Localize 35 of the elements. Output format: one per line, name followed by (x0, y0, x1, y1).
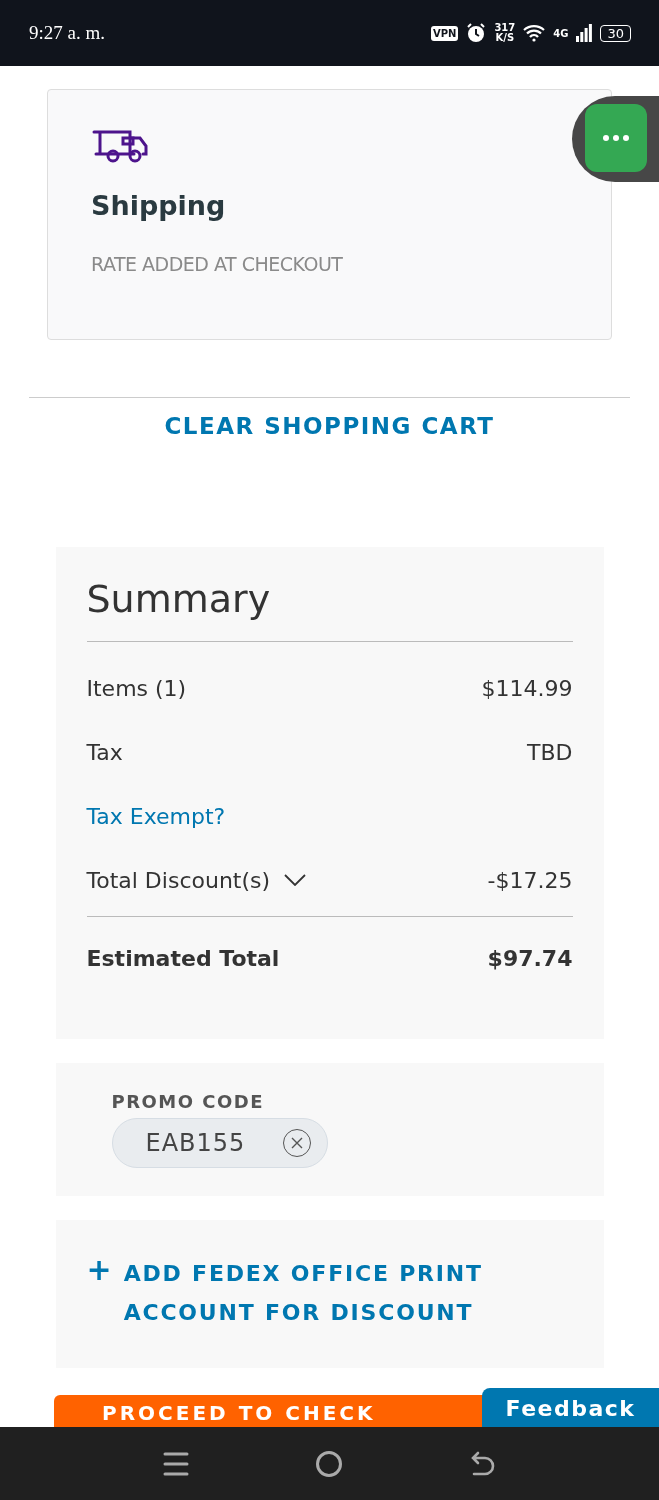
home-icon[interactable] (315, 1449, 344, 1478)
total-label: Estimated Total (86, 945, 280, 971)
promo-label: PROMO CODE (111, 1091, 266, 1112)
chevron-icon (284, 874, 307, 886)
clear-cart-link[interactable]: CLEAR SHOPPING CART (164, 413, 495, 439)
clock-time: 9:27 a. m. (29, 22, 105, 44)
total-value: $97.74 (487, 945, 573, 971)
plus-sign: + (86, 1254, 112, 1286)
summary-label: Items (1) (86, 675, 187, 701)
summary-value: $114.99 (481, 675, 573, 701)
alarm-icon (466, 23, 487, 43)
battery-level: 30 (600, 24, 631, 42)
truck-icon (91, 130, 149, 164)
more-button[interactable] (585, 104, 647, 172)
shipping-note: RATE ADDED AT CHECKOUT (91, 253, 344, 275)
wifi-icon (523, 24, 546, 42)
summary-title: Summary (86, 577, 573, 642)
promo-code: EAB155 (145, 1129, 246, 1157)
back-icon[interactable] (469, 1450, 496, 1477)
discount-toggle[interactable]: Total Discount(s) (86, 867, 307, 893)
summary-value: -$17.25 (487, 867, 573, 893)
signal-icon (576, 24, 593, 42)
summary-value: TBD (527, 739, 573, 765)
vpn-badge: VPN (430, 25, 459, 41)
add-account-link[interactable]: ADD FEDEX OFFICE PRINT ACCOUNT FOR DISCOUNT (123, 1254, 504, 1332)
network-speed: 317 (494, 23, 516, 33)
close-icon (290, 1137, 303, 1149)
shipping-title: Shipping (91, 190, 227, 221)
menu-icon[interactable] (163, 1451, 190, 1476)
summary-label: Tax (86, 739, 123, 765)
network-type: 4G (553, 27, 569, 39)
speed-unit: K/S (495, 33, 515, 43)
feedback-tab[interactable]: Feedback (482, 1388, 659, 1428)
tax-exempt-link[interactable]: Tax Exempt? (86, 803, 226, 829)
more-icon (603, 135, 629, 141)
